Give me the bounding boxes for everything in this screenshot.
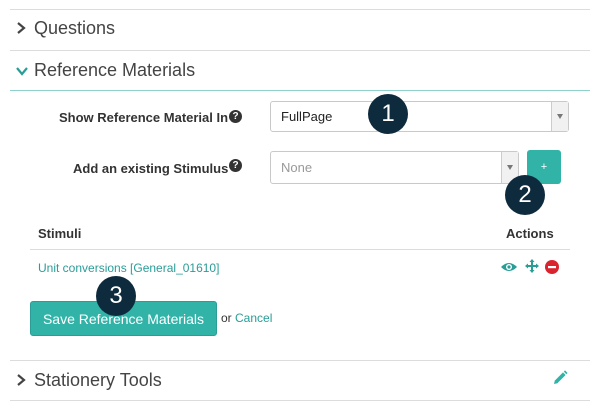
show-in-value: FullPage xyxy=(281,109,333,124)
callout-badge: 2 xyxy=(505,175,545,215)
stimulus-link[interactable]: Unit conversions [General_01610] xyxy=(38,261,219,275)
add-stimulus-select[interactable]: None xyxy=(270,151,519,184)
divider xyxy=(10,9,590,10)
divider xyxy=(10,90,590,91)
show-in-select[interactable]: FullPage xyxy=(270,101,569,132)
or-text: or Cancel xyxy=(221,311,273,325)
add-button-label: + xyxy=(540,161,548,173)
stimuli-header: Stimuli xyxy=(38,226,82,241)
divider xyxy=(10,400,590,401)
add-stimulus-value: None xyxy=(281,160,313,175)
remove-icon[interactable] xyxy=(545,260,559,279)
section-title: Reference Materials xyxy=(34,60,196,80)
section-questions-header[interactable]: Questions xyxy=(16,18,115,39)
help-icon[interactable]: ? xyxy=(229,110,242,123)
chevron-down-icon xyxy=(16,60,30,81)
callout-badge: 1 xyxy=(368,94,408,134)
section-title: Stationery Tools xyxy=(34,370,162,390)
divider xyxy=(10,50,590,51)
show-in-label: Show Reference Material In xyxy=(59,110,229,125)
eye-icon[interactable] xyxy=(500,260,518,278)
callout-badge: 3 xyxy=(96,276,136,316)
chevron-right-icon xyxy=(16,370,30,391)
divider xyxy=(30,249,570,250)
actions-header: Actions xyxy=(506,226,554,241)
section-reference-header[interactable]: Reference Materials xyxy=(16,60,195,81)
chevron-right-icon xyxy=(16,18,30,39)
divider xyxy=(10,360,590,361)
add-stimulus-label: Add an existing Stimulus xyxy=(73,161,229,176)
section-title: Questions xyxy=(34,18,116,38)
pencil-icon[interactable] xyxy=(552,370,568,391)
chevron-down-icon xyxy=(551,102,568,131)
cancel-link[interactable]: Cancel xyxy=(235,311,272,325)
section-stationery-header[interactable]: Stationery Tools xyxy=(16,370,162,391)
help-icon[interactable]: ? xyxy=(229,159,242,172)
move-icon[interactable] xyxy=(525,259,539,278)
